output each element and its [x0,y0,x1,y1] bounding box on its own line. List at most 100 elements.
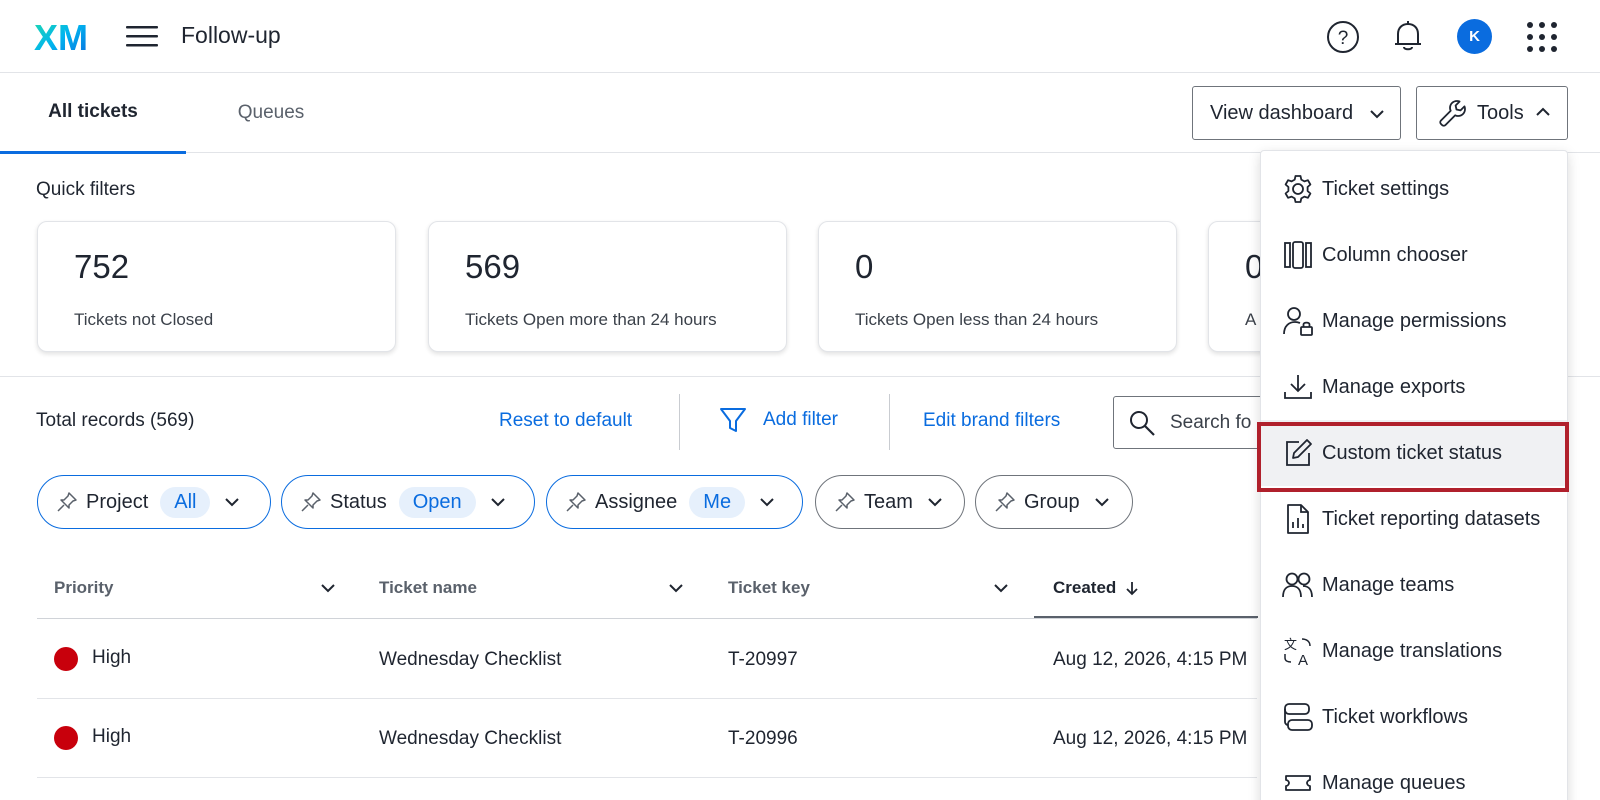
sort-indicator [1034,616,1258,618]
bell-icon[interactable] [1392,19,1424,53]
column-header-priority[interactable]: Priority [54,578,114,598]
menu-item-manage-permissions[interactable]: Manage permissions [1261,288,1567,354]
ticket-key-cell: T-20996 [728,728,798,749]
xm-logo[interactable]: XM [34,20,92,54]
chevron-down-icon [928,498,942,507]
filter-chip-team[interactable]: Team [815,475,965,529]
total-records: Total records (569) [36,410,195,431]
edit-brand-filters-link[interactable]: Edit brand filters [923,410,1060,432]
menu-item-label: Ticket reporting datasets [1322,507,1541,530]
divider [679,394,680,450]
chevron-down-icon [1094,498,1109,507]
tools-button[interactable]: Tools [1416,86,1568,140]
menu-item-ticket-workflows[interactable]: Ticket workflows [1261,684,1567,750]
filter-chip-project[interactable]: Project All [37,475,271,529]
priority-cell: High [92,726,132,747]
chip-value: All [160,486,211,518]
chevron-down-icon [490,498,505,507]
menu-item-label: Column chooser [1322,243,1468,266]
chip-value: Me [689,486,746,518]
columns-icon [1284,241,1312,269]
chip-label: Assignee [595,490,678,513]
menu-item-custom-ticket-status[interactable]: Custom ticket status [1261,420,1567,486]
filter-chip-status[interactable]: Status Open [281,475,535,529]
view-dashboard-button[interactable]: View dashboard [1192,86,1401,140]
priority-cell: High [92,647,132,668]
queue-icon [1285,775,1311,791]
quick-filter-card[interactable]: 569 Tickets Open more than 24 hours [428,221,787,352]
ticket-name-cell[interactable]: Wednesday Checklist [379,649,561,671]
filter-icon [720,408,746,432]
gear-icon [1284,175,1312,203]
column-header-ticket-name[interactable]: Ticket name [379,578,477,598]
chevron-down-icon [225,498,240,507]
workflow-icon [1284,703,1313,731]
ticket-name-cell[interactable]: Wednesday Checklist [379,728,561,750]
add-filter-label: Add filter [763,409,838,430]
search-placeholder: Search fo [1170,411,1252,433]
divider [37,698,1257,699]
chip-label: Group [1024,490,1080,513]
card-value: 0 [855,248,874,285]
menu-item-label: Manage permissions [1322,309,1507,332]
pin-icon [301,492,321,512]
tab-all-tickets[interactable]: All tickets [0,73,186,154]
menu-item-label: Ticket settings [1322,177,1450,200]
chevron-down-icon [1370,110,1384,119]
user-lock-icon [1283,307,1313,336]
filter-chip-assignee[interactable]: Assignee Me [546,475,803,529]
chevron-down-icon[interactable] [991,578,1011,598]
chevron-down-icon[interactable] [318,578,338,598]
pin-icon [57,492,77,512]
reset-to-default-link[interactable]: Reset to default [499,410,632,432]
tab-row: All tickets Queues View dashboard Tools [0,73,1600,154]
card-label: Tickets not Closed [74,310,214,329]
menu-item-label: Custom ticket status [1322,441,1503,464]
divider [889,394,890,450]
chip-label: Team [864,490,913,513]
download-icon [1284,375,1312,399]
card-label: Tickets Open more than 24 hours [465,310,717,329]
filter-chip-group[interactable]: Group [975,475,1133,529]
menu-item-manage-exports[interactable]: Manage exports [1261,354,1567,420]
menu-item-manage-queues[interactable]: Manage queues [1261,750,1567,800]
pin-icon [995,492,1015,512]
menu-item-manage-teams[interactable]: Manage teams [1261,552,1567,618]
page-title: Follow-up [181,22,281,48]
chevron-down-icon [760,498,774,507]
avatar[interactable]: K [1457,19,1492,54]
menu-item-column-chooser[interactable]: Column chooser [1261,222,1567,288]
divider [37,777,1257,778]
quick-filter-card[interactable]: 0 Tickets Open less than 24 hours [818,221,1177,352]
tab-queues[interactable]: Queues [200,73,342,153]
ticket-key-cell: T-20997 [728,649,798,670]
menu-item-label: Manage teams [1322,573,1455,596]
quick-filter-card[interactable]: 752 Tickets not Closed [37,221,396,352]
divider [37,618,1257,619]
tools-dropdown-menu: Ticket settings Column chooser Manage pe… [1260,150,1568,800]
card-label: A [1245,310,1257,329]
svg-text:XM: XM [34,20,88,54]
chevron-down-icon[interactable] [666,578,686,598]
menu-icon[interactable] [126,23,158,49]
menu-item-ticket-reporting-datasets[interactable]: Ticket reporting datasets [1261,486,1567,552]
column-header-created[interactable]: Created [1053,578,1140,598]
quick-filters-label: Quick filters [36,179,136,200]
view-dashboard-label: View dashboard [1210,101,1354,124]
add-filter-button[interactable]: Add filter [718,405,838,435]
created-cell: Aug 12, 2026, 4:15 PM [1053,728,1248,749]
team-icon [1282,572,1313,598]
help-icon[interactable]: ? [1326,20,1360,54]
menu-item-manage-translations[interactable]: 文 A Manage translations [1261,618,1567,684]
chevron-up-icon [1536,107,1550,116]
chip-label: Status [330,490,387,513]
arrow-down-icon [1126,582,1138,596]
top-bar: XM Follow-up ? K [0,0,1600,73]
column-header-ticket-key[interactable]: Ticket key [728,578,810,598]
pin-icon [835,492,855,512]
tools-label: Tools [1477,101,1524,124]
menu-item-ticket-settings[interactable]: Ticket settings [1261,156,1567,222]
report-file-icon [1287,504,1309,534]
apps-grid-icon[interactable] [1526,21,1558,53]
search-icon [1130,410,1155,436]
